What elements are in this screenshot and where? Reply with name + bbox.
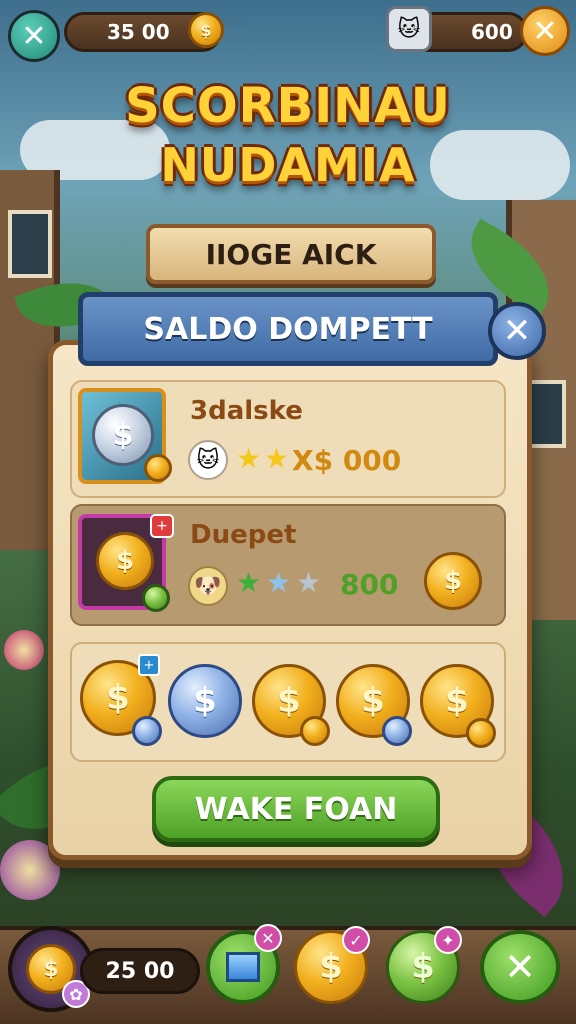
- wake-button[interactable]: WAKE FOAN: [152, 776, 440, 842]
- cat-icon: 🐱: [386, 6, 432, 52]
- close-icon: ✕: [21, 18, 47, 54]
- item-name-1: 3dalske: [190, 396, 303, 426]
- game-title-line1: SCORBINAU: [125, 78, 451, 134]
- green-badge-icon: [142, 584, 170, 612]
- bottom-balance-value: 25 00: [105, 958, 175, 984]
- close-badge-icon: ✕: [254, 924, 282, 952]
- check-badge-icon: ✓: [342, 926, 370, 954]
- star-filled-icon: ★: [236, 566, 262, 599]
- left-currency-value: 35 00: [107, 20, 170, 44]
- gold-coin-stack-icon: $: [96, 532, 154, 590]
- right-currency-value: 600: [471, 20, 513, 44]
- orange-close-button[interactable]: ✕: [520, 6, 570, 56]
- green-close-button[interactable]: ✕: [480, 930, 560, 1004]
- star-filled-icon: ★: [264, 442, 290, 475]
- cat-pet-icon: 🐱: [188, 440, 228, 480]
- item-value-2: 800: [340, 568, 399, 601]
- close-icon: ✕: [504, 945, 536, 989]
- close-icon: ✕: [502, 311, 532, 351]
- small-coin-badge-icon: [300, 716, 330, 746]
- item-value-1: X$ 000: [292, 444, 402, 477]
- blue-gem-badge-icon: [382, 716, 412, 746]
- wake-button-label: WAKE FOAN: [194, 791, 398, 827]
- star-empty-icon: ★: [266, 566, 292, 599]
- game-title-line2: NUDAMIA: [160, 138, 416, 192]
- panel-close-button[interactable]: ✕: [488, 302, 546, 360]
- silver-coin-item-frame: $: [78, 388, 172, 484]
- panel-header-text: SALDO DOMPETT: [143, 311, 433, 347]
- dog-pet-icon: 🐶: [188, 566, 228, 606]
- blue-gem-badge-icon: [132, 716, 162, 746]
- coin-icon: $: [188, 12, 224, 48]
- sign-text: IIOGE AICK: [205, 237, 377, 271]
- star-filled-icon: ★: [236, 442, 262, 475]
- bottom-balance-pill: 25 00: [80, 948, 200, 994]
- panel-header-banner: SALDO DOMPETT: [78, 292, 498, 366]
- flower: [4, 630, 44, 670]
- small-coin-icon: [144, 454, 172, 482]
- gold-stack-item-frame: $ +: [78, 514, 174, 612]
- close-icon: ✕: [532, 13, 558, 49]
- wood-sign: IIOGE AICK: [146, 224, 436, 284]
- small-coin-badge-icon: [466, 718, 496, 748]
- box-icon: [226, 952, 260, 982]
- plus-badge-icon: +: [138, 654, 160, 676]
- star-empty-icon: ★: [296, 566, 322, 599]
- silver-coin-icon: $: [92, 404, 154, 466]
- star-badge-icon: ✦: [434, 926, 462, 954]
- item-name-2: Duepet: [190, 520, 297, 550]
- plus-badge-icon: +: [150, 514, 174, 538]
- gold-coin-icon[interactable]: $: [424, 552, 482, 610]
- close-button[interactable]: ✕: [8, 10, 60, 62]
- blue-coin-button[interactable]: $: [168, 664, 242, 738]
